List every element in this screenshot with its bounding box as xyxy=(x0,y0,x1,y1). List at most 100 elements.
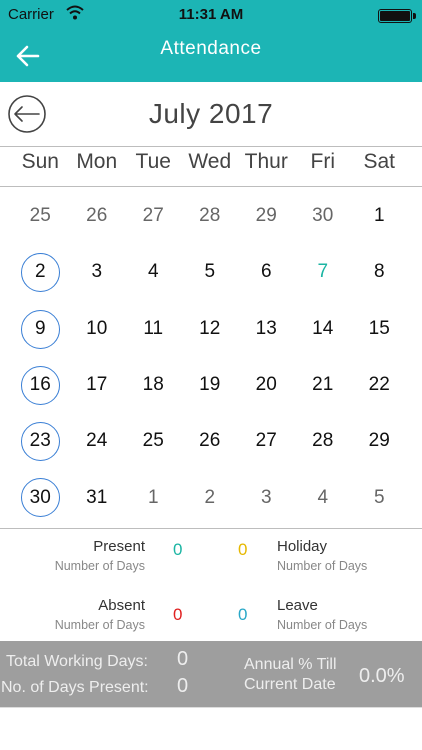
calendar-day[interactable]: 15 xyxy=(351,301,408,357)
calendar-day[interactable]: 28 xyxy=(295,413,352,469)
annual-label-1: Annual % Till xyxy=(244,656,337,673)
calendar-day[interactable]: 23 xyxy=(12,413,69,469)
calendar-day[interactable]: 31 xyxy=(69,469,126,525)
calendar-day[interactable]: 13 xyxy=(238,301,295,357)
holiday-label: Holiday xyxy=(277,538,328,555)
calendar-day-number: 18 xyxy=(142,374,164,396)
divider xyxy=(0,146,422,147)
calendar-day[interactable]: 28 xyxy=(182,188,239,244)
calendar-day-number: 16 xyxy=(29,374,51,396)
calendar-day[interactable]: 30 xyxy=(295,188,352,244)
calendar-grid: 25 26 27 28 29 30 1 2 3 4 5 6 7 8 9 10 11 12 13 14 15 16 17 18 1… xyxy=(12,188,422,526)
calendar-day[interactable]: 11 xyxy=(125,301,182,357)
weekday-label: Sat xyxy=(363,150,396,173)
calendar-day[interactable]: 9 xyxy=(12,301,69,357)
annual-value: 0.0% xyxy=(359,665,405,687)
calendar-day[interactable]: 10 xyxy=(69,301,126,357)
calendar-day[interactable]: 1 xyxy=(125,469,182,525)
calendar-day[interactable]: 18 xyxy=(125,357,182,413)
calendar-day[interactable]: 2 xyxy=(182,469,239,525)
calendar-day-number: 29 xyxy=(255,205,277,227)
battery-icon xyxy=(378,9,416,23)
weekday-header: Sun Mon Tue Wed Thur Fri Sat xyxy=(12,150,422,184)
calendar-day[interactable]: 24 xyxy=(69,413,126,469)
calendar-week: 30 31 1 2 3 4 5 xyxy=(12,469,422,525)
calendar-day-number: 30 xyxy=(312,205,334,227)
calendar-day[interactable]: 8 xyxy=(351,244,408,300)
calendar-day-number: 17 xyxy=(86,374,108,396)
calendar-day-number: 2 xyxy=(34,261,46,283)
calendar-day[interactable]: 14 xyxy=(295,301,352,357)
calendar-day[interactable]: 30 xyxy=(12,469,69,525)
calendar-day-number: 31 xyxy=(86,486,108,508)
weekday-label: Mon xyxy=(76,150,118,173)
present-value: 0 xyxy=(173,540,183,559)
calendar-day[interactable]: 25 xyxy=(125,413,182,469)
annual-label-2: Current Date xyxy=(244,676,336,693)
holiday-sub: Number of Days xyxy=(277,559,368,573)
weekday-label: Sun xyxy=(21,150,59,173)
calendar-day-number: 9 xyxy=(34,317,46,339)
page-title: Attendance xyxy=(160,38,262,59)
present-sub: Number of Days xyxy=(54,559,145,573)
calendar-day[interactable]: 20 xyxy=(238,357,295,413)
calendar-day-number: 12 xyxy=(199,317,221,339)
calendar-day[interactable]: 3 xyxy=(69,244,126,300)
calendar-day[interactable]: 26 xyxy=(182,413,239,469)
status-time: 11:31 AM xyxy=(178,6,244,23)
calendar-day[interactable]: 16 xyxy=(12,357,69,413)
calendar-day[interactable]: 4 xyxy=(125,244,182,300)
calendar-day-number: 1 xyxy=(373,205,385,227)
calendar-day-number: 11 xyxy=(143,317,164,339)
month-header: July 2017 xyxy=(0,82,422,147)
calendar-day-number: 4 xyxy=(147,261,159,283)
present-summary: Present Number of Days xyxy=(55,538,145,573)
calendar-day[interactable]: 5 xyxy=(351,469,408,525)
calendar-week: 2 3 4 5 6 7 8 xyxy=(12,244,422,300)
calendar-day[interactable]: 1 xyxy=(351,188,408,244)
calendar-day[interactable]: 3 xyxy=(238,469,295,525)
absent-label: Absent xyxy=(98,597,145,614)
calendar-week: 23 24 25 26 27 28 29 xyxy=(12,413,422,469)
calendar-day[interactable]: 6 xyxy=(238,244,295,300)
calendar-day[interactable]: 2 xyxy=(12,244,69,300)
calendar-day[interactable]: 27 xyxy=(238,413,295,469)
calendar-day[interactable]: 5 xyxy=(182,244,239,300)
calendar-day[interactable]: 26 xyxy=(69,188,126,244)
calendar-day[interactable]: 4 xyxy=(295,469,352,525)
calendar-day-number: 3 xyxy=(260,486,272,508)
calendar-day[interactable]: 19 xyxy=(182,357,239,413)
calendar-day[interactable]: 27 xyxy=(125,188,182,244)
calendar-day-number: 2 xyxy=(204,486,216,508)
calendar-day[interactable]: 29 xyxy=(351,413,408,469)
absent-value: 0 xyxy=(173,605,183,624)
calendar-day[interactable]: 21 xyxy=(295,357,352,413)
calendar-day[interactable]: 7 xyxy=(295,244,352,300)
leave-sub: Number of Days xyxy=(277,618,368,632)
calendar-day-number: 8 xyxy=(373,261,385,283)
calendar-day[interactable]: 22 xyxy=(351,357,408,413)
calendar-day-number: 10 xyxy=(86,317,108,339)
calendar-day-number: 25 xyxy=(142,430,164,452)
calendar-day-number: 5 xyxy=(204,261,216,283)
calendar-day[interactable]: 12 xyxy=(182,301,239,357)
calendar-week: 9 10 11 12 13 14 15 xyxy=(12,301,422,357)
calendar-day-number: 14 xyxy=(312,317,334,339)
calendar-week: 16 17 18 19 20 21 22 xyxy=(12,357,422,413)
calendar-day-number: 3 xyxy=(91,261,103,283)
weekday-label: Tue xyxy=(135,150,171,173)
calendar-day[interactable]: 17 xyxy=(69,357,126,413)
calendar-day-number: 26 xyxy=(86,205,108,227)
calendar-day-number: 25 xyxy=(29,205,51,227)
calendar-day-number: 28 xyxy=(199,205,221,227)
leave-summary: Leave Number of Days xyxy=(277,597,367,632)
present-label: Present xyxy=(93,538,145,555)
calendar-day-number: 1 xyxy=(147,486,159,508)
calendar-day-number: 22 xyxy=(368,374,390,396)
calendar-day-number: 20 xyxy=(255,374,277,396)
calendar-day-number: 5 xyxy=(373,486,385,508)
attendance-summary: Present Number of Days 0 0 Holiday Numbe… xyxy=(0,530,422,640)
calendar-day[interactable]: 25 xyxy=(12,188,69,244)
calendar-week: 25 26 27 28 29 30 1 xyxy=(12,188,422,244)
calendar-day[interactable]: 29 xyxy=(238,188,295,244)
